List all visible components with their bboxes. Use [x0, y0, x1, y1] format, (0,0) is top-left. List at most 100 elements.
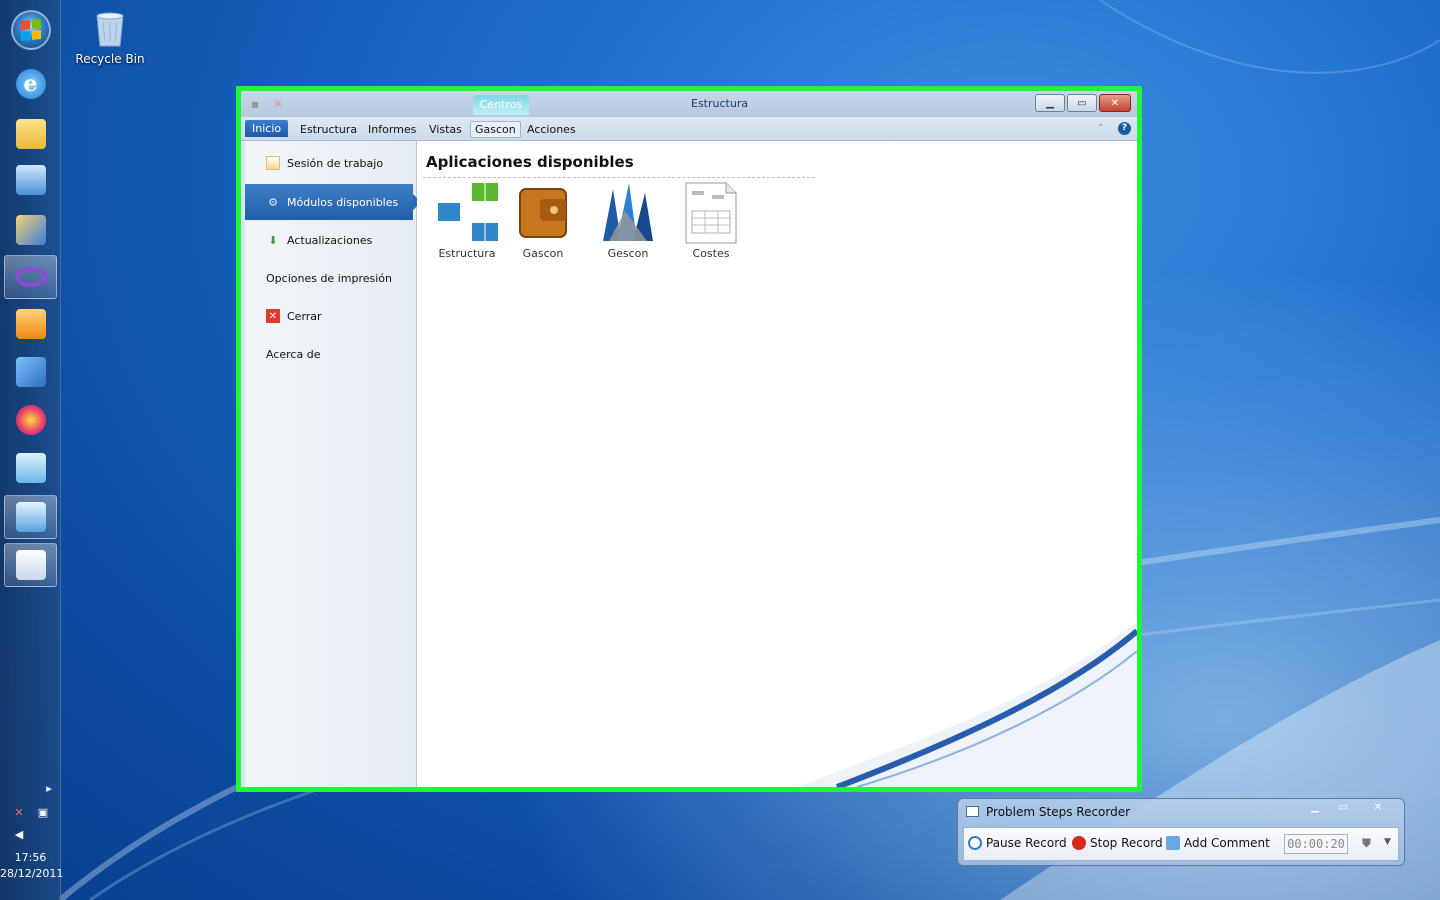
psr-close-button[interactable]: ✕ — [1358, 801, 1398, 817]
session-icon — [266, 156, 280, 170]
stop-record-button[interactable]: Stop Record — [1072, 836, 1163, 850]
app-tile-estructura[interactable]: Estructura — [427, 181, 507, 260]
app-tile-label: Estructura — [438, 247, 496, 260]
sidebar-item-label: Opciones de impresión — [266, 271, 392, 285]
add-comment-button[interactable]: Add Comment — [1166, 836, 1270, 850]
folder-icon — [15, 119, 46, 149]
backstage-sidebar: Sesión de trabajo ⚙ Módulos disponibles … — [245, 141, 421, 787]
sidebar-item-opciones-impresion[interactable]: Opciones de impresión — [245, 260, 417, 296]
network-error-icon[interactable]: ✕ — [12, 806, 26, 820]
help-icon[interactable]: ? — [1118, 122, 1131, 135]
psr-minimize-button[interactable]: ▁ — [1302, 801, 1328, 817]
sidebar-item-label: Sesión de trabajo — [287, 156, 384, 170]
document-app-icon — [15, 550, 46, 580]
taskbar-app-11[interactable] — [4, 543, 57, 587]
sidebar-item-label: Acerca de — [266, 347, 321, 361]
windows-logo-icon — [21, 18, 41, 42]
pause-record-label: Pause Record — [986, 836, 1067, 850]
tab-vistas[interactable]: Vistas — [425, 122, 466, 137]
close-red-icon: ✕ — [266, 309, 280, 323]
context-tab-centros[interactable]: Centros — [473, 95, 529, 115]
stop-icon — [1072, 836, 1086, 850]
problem-steps-recorder-window: Problem Steps Recorder ▁ ▭ ✕ Pause Recor… — [957, 798, 1405, 866]
taskbar-internet-explorer[interactable]: e — [4, 62, 57, 106]
app-tile-label: Gescon — [607, 247, 649, 260]
picture-app-icon — [15, 165, 46, 195]
sidebar-item-sesion[interactable]: Sesión de trabajo — [245, 145, 417, 181]
stop-record-label: Stop Record — [1090, 836, 1163, 850]
taskbar-outlook[interactable] — [4, 302, 57, 346]
sidebar-item-label: Cerrar — [287, 309, 322, 323]
taskbar-explorer[interactable] — [4, 112, 57, 156]
maximize-button[interactable]: ▭ — [1067, 94, 1097, 112]
psr-toolbar: Pause Record Stop Record Add Comment 00:… — [963, 827, 1399, 861]
comment-icon — [1166, 836, 1180, 850]
system-tray: ▸ ✕ ▣ ◀ 17:56 28/12/2011 — [0, 780, 64, 900]
action-center-icon[interactable]: ▣ — [36, 806, 50, 820]
structure-tree-icon — [434, 181, 500, 245]
sidebar-item-modulos[interactable]: ⚙ Módulos disponibles — [245, 184, 421, 220]
taskbar-app-9[interactable] — [4, 446, 57, 490]
taskbar: e ▸ ✕ ▣ ◀ 17:56 28/12/2011 — [0, 0, 64, 900]
sidebar-item-label: Actualizaciones — [287, 233, 373, 247]
app-tile-gascon[interactable]: Gascon — [503, 181, 583, 260]
volume-muted-icon[interactable]: ◀ — [12, 828, 26, 842]
minimize-ribbon-icon[interactable]: ⌃ — [1097, 123, 1105, 134]
taskbar-app-10[interactable] — [4, 495, 57, 539]
crystals-icon — [595, 181, 661, 245]
clock-date: 28/12/2011 — [0, 867, 64, 880]
app-window: ▪ ✕ Centros Estructura ▁ ▭ ✕ Inicio Estr… — [236, 86, 1142, 792]
sidebar-item-cerrar[interactable]: ✕ Cerrar — [245, 298, 417, 334]
tab-inicio[interactable]: Inicio — [245, 120, 289, 137]
desktop-icon-recycle-bin[interactable]: Recycle Bin — [72, 8, 148, 66]
page-title: Aplicaciones disponibles — [426, 153, 634, 171]
title-divider — [423, 177, 815, 178]
taskbar-app-7[interactable] — [4, 350, 57, 394]
start-button[interactable] — [11, 10, 51, 50]
close-button[interactable]: ✕ — [1099, 94, 1131, 112]
internet-explorer-icon: e — [15, 69, 46, 99]
tab-acciones[interactable]: Acciones — [523, 122, 580, 137]
taskbar-app-8[interactable] — [4, 398, 57, 442]
app-tile-costes[interactable]: Costes — [671, 181, 751, 260]
tab-gascon[interactable]: Gascon — [470, 121, 521, 138]
close-doc-icon[interactable]: ✕ — [273, 97, 283, 111]
show-hidden-icons-icon[interactable]: ▸ — [42, 782, 56, 796]
pause-icon — [968, 836, 982, 850]
window-title: Estructura — [691, 97, 749, 110]
taskbar-app-5[interactable] — [4, 255, 57, 299]
tab-informes[interactable]: Informes — [364, 122, 420, 137]
record-timer: 00:00:20 — [1284, 834, 1348, 854]
sidebar-item-label: Módulos disponibles — [287, 195, 399, 209]
outlook-icon — [15, 309, 46, 339]
recycle-bin-label: Recycle Bin — [75, 52, 145, 66]
app-tile-label: Costes — [692, 247, 730, 260]
blocks-icon — [15, 357, 46, 387]
pause-record-button[interactable]: Pause Record — [968, 836, 1067, 850]
preview-app-icon — [15, 453, 46, 483]
psr-maximize-button[interactable]: ▭ — [1330, 801, 1356, 817]
clock[interactable]: 17:56 28/12/2011 — [0, 850, 64, 882]
minimize-button[interactable]: ▁ — [1035, 94, 1065, 112]
modules-content: Aplicaciones disponibles Estructura Gasc… — [417, 141, 1137, 787]
app-tile-gescon[interactable]: Gescon — [588, 181, 668, 260]
download-arrow-icon: ⬇ — [268, 233, 278, 247]
add-comment-label: Add Comment — [1184, 836, 1270, 850]
monitor-app-icon — [15, 502, 46, 532]
app-tile-label: Gascon — [522, 247, 564, 260]
sidebar-item-acerca-de[interactable]: Acerca de — [245, 336, 417, 372]
colorful-app-icon — [15, 405, 46, 435]
shield-icon: ⛊ — [1362, 836, 1372, 850]
taskbar-app-4[interactable] — [4, 208, 57, 252]
psr-title: Problem Steps Recorder — [986, 805, 1131, 819]
taskbar-app-3[interactable] — [4, 158, 57, 202]
sidebar-item-actualizaciones[interactable]: ⬇ Actualizaciones — [245, 222, 417, 258]
tab-estructura[interactable]: Estructura — [296, 122, 361, 137]
psr-app-icon — [966, 806, 979, 817]
spreadsheet-document-icon — [678, 181, 744, 245]
dropdown-arrow-icon[interactable]: ▼ — [1384, 837, 1391, 847]
recycle-bin-icon — [93, 8, 127, 48]
title-bar: ▪ ✕ Centros Estructura ▁ ▭ ✕ — [241, 91, 1137, 117]
save-icon[interactable]: ▪ — [251, 97, 259, 111]
wallet-icon — [510, 181, 576, 245]
